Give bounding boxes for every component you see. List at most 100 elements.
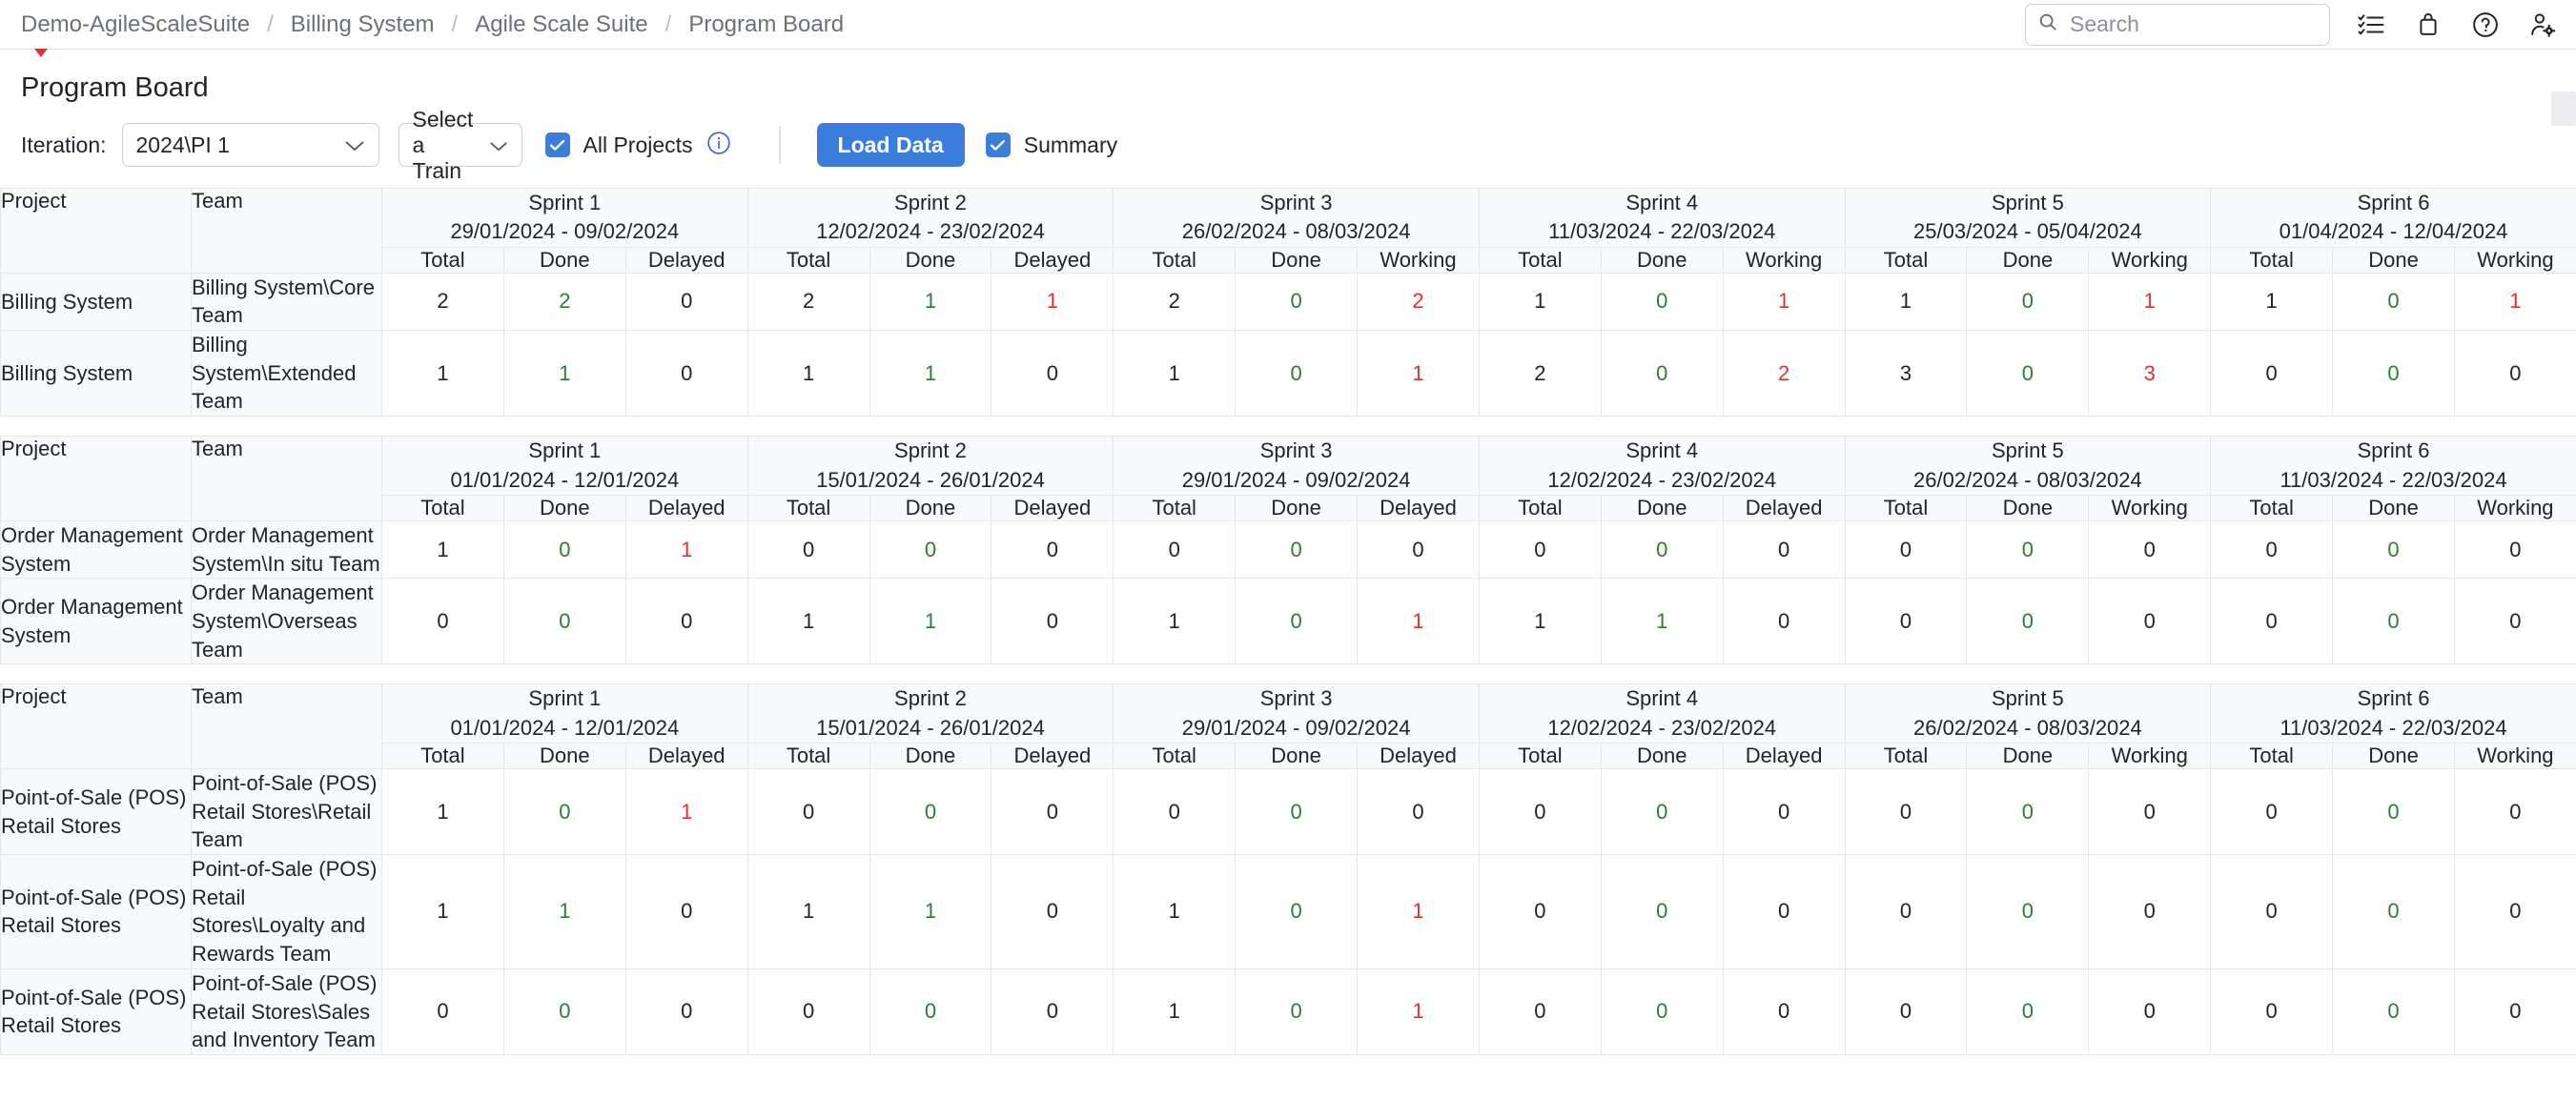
breadcrumb-item-2[interactable]: Billing System xyxy=(291,11,435,38)
breadcrumb-caret-icon xyxy=(34,48,51,65)
board-table-billing-system: ProjectTeamSprint 129/01/2024 - 09/02/20… xyxy=(0,188,2576,417)
sprint-dates: 01/01/2024 - 12/01/2024 xyxy=(382,714,747,743)
sprint-header-3: Sprint 326/02/2024 - 08/03/2024 xyxy=(1114,189,1480,248)
checklist-icon[interactable] xyxy=(2355,9,2387,41)
column-header-project: Project xyxy=(1,684,192,769)
search-icon xyxy=(2037,11,2058,37)
cell-s1-total: 0 xyxy=(382,579,504,664)
cell-team: Point-of-Sale (POS) Retail Stores\Retail… xyxy=(192,769,382,855)
sprint-name: Sprint 5 xyxy=(1846,189,2211,217)
cell-s4-total: 0 xyxy=(1479,855,1601,969)
cell-s3-delayed: 1 xyxy=(1358,855,1480,969)
cell-team: Billing System\Extended Team xyxy=(192,331,382,417)
breadcrumb-item-1[interactable]: Demo-AgileScaleSuite xyxy=(21,11,250,38)
cell-s2-total: 0 xyxy=(747,769,869,855)
metric-header-s2-total: Total xyxy=(747,247,869,273)
cell-s3-done: 0 xyxy=(1236,273,1358,330)
search-input[interactable]: Search xyxy=(2025,4,2330,46)
info-icon[interactable] xyxy=(706,131,731,160)
metric-header-s4-done: Done xyxy=(1601,247,1723,273)
sprint-dates: 15/01/2024 - 26/01/2024 xyxy=(748,466,1114,495)
cell-s1-done: 1 xyxy=(503,331,625,417)
metric-header-s4-done: Done xyxy=(1601,744,1723,769)
cell-s4-done: 0 xyxy=(1601,855,1723,969)
metric-header-s5-working: Working xyxy=(2089,495,2211,520)
all-projects-label: All Projects xyxy=(583,132,693,158)
cell-s6-total: 0 xyxy=(2211,968,2333,1054)
cell-project: Order Management System xyxy=(1,520,192,578)
cell-team: Point-of-Sale (POS) Retail Stores\Sales … xyxy=(192,968,382,1054)
cell-s4-total: 2 xyxy=(1479,331,1601,417)
sprint-dates: 25/03/2024 - 05/04/2024 xyxy=(1846,217,2211,246)
cell-s6-done: 0 xyxy=(2333,331,2455,417)
cell-s6-total: 0 xyxy=(2211,855,2333,969)
metric-header-s2-done: Done xyxy=(869,744,992,769)
sprint-name: Sprint 5 xyxy=(1846,684,2211,713)
cell-s4-total: 1 xyxy=(1479,273,1601,330)
metric-header-s1-total: Total xyxy=(382,744,504,769)
all-projects-checkbox[interactable] xyxy=(545,132,570,157)
cell-s1-total: 2 xyxy=(382,273,504,330)
cell-s3-done: 0 xyxy=(1236,968,1358,1054)
table-row: Billing SystemBilling System\Core Team22… xyxy=(1,273,2576,330)
cell-s6-working: 0 xyxy=(2454,579,2576,664)
cell-project: Order Management System xyxy=(1,579,192,664)
cell-s1-delayed: 0 xyxy=(625,968,747,1054)
cell-s5-done: 0 xyxy=(1967,331,2089,417)
breadcrumb-separator: / xyxy=(267,11,274,38)
sprint-name: Sprint 4 xyxy=(1480,189,1845,217)
metric-header-s2-delayed: Delayed xyxy=(992,744,1114,769)
cell-s3-total: 2 xyxy=(1114,273,1236,330)
metric-header-s1-delayed: Delayed xyxy=(625,744,747,769)
cell-team: Order Management System\Overseas Team xyxy=(192,579,382,664)
metric-header-s4-done: Done xyxy=(1601,495,1723,520)
cell-s4-total: 0 xyxy=(1479,520,1601,578)
cell-s3-delayed: 0 xyxy=(1358,520,1480,578)
cell-s4-done: 0 xyxy=(1601,769,1723,855)
metric-header-s2-total: Total xyxy=(747,744,869,769)
cell-s6-working: 0 xyxy=(2454,769,2576,855)
cell-s1-done: 1 xyxy=(503,855,625,969)
iteration-select[interactable]: 2024\PI 1 xyxy=(122,123,379,167)
column-header-team: Team xyxy=(192,189,382,274)
vertical-scrollbar-thumb[interactable] xyxy=(2551,92,2576,126)
sprint-dates: 26/02/2024 - 08/03/2024 xyxy=(1846,714,2211,743)
cell-s2-delayed: 0 xyxy=(992,331,1114,417)
sprint-dates: 29/01/2024 - 09/02/2024 xyxy=(1114,466,1479,495)
briefcase-icon[interactable] xyxy=(2412,9,2444,41)
controls-toolbar: Iteration: 2024\PI 1 Select a Train All … xyxy=(0,104,2576,167)
metric-header-s2-total: Total xyxy=(747,495,869,520)
help-circle-icon[interactable] xyxy=(2469,9,2502,41)
page-title: Program Board xyxy=(0,50,2576,104)
sprint-name: Sprint 2 xyxy=(748,189,1114,217)
metric-header-s5-working: Working xyxy=(2089,744,2211,769)
metric-header-s5-working: Working xyxy=(2089,247,2211,273)
cell-s3-total: 0 xyxy=(1114,769,1236,855)
cell-s2-done: 1 xyxy=(869,855,992,969)
cell-s3-total: 1 xyxy=(1114,331,1236,417)
cell-s4-delayed: 0 xyxy=(1723,769,1845,855)
metric-header-s2-done: Done xyxy=(869,495,992,520)
toolbar-divider xyxy=(779,126,781,164)
metric-header-s4-total: Total xyxy=(1479,247,1601,273)
metric-header-s3-total: Total xyxy=(1114,247,1236,273)
breadcrumb-item-3[interactable]: Agile Scale Suite xyxy=(475,11,647,38)
metric-header-s6-done: Done xyxy=(2333,247,2455,273)
cell-s6-working: 0 xyxy=(2454,331,2576,417)
metric-header-s6-working: Working xyxy=(2454,247,2576,273)
metric-header-s6-done: Done xyxy=(2333,744,2455,769)
cell-s6-done: 0 xyxy=(2333,579,2455,664)
cell-s1-done: 0 xyxy=(503,769,625,855)
sprint-header-6: Sprint 601/04/2024 - 12/04/2024 xyxy=(2211,189,2576,248)
cell-project: Point-of-Sale (POS) Retail Stores xyxy=(1,968,192,1054)
train-select[interactable]: Select a Train xyxy=(399,123,522,167)
summary-checkbox[interactable] xyxy=(986,132,1011,157)
cell-s4-working: 2 xyxy=(1723,331,1845,417)
cell-s3-total: 1 xyxy=(1114,855,1236,969)
sprint-dates: 01/04/2024 - 12/04/2024 xyxy=(2211,217,2576,246)
metric-header-s2-delayed: Delayed xyxy=(992,247,1114,273)
load-data-button[interactable]: Load Data xyxy=(817,123,965,167)
sprint-name: Sprint 1 xyxy=(382,189,747,217)
cell-s2-done: 0 xyxy=(869,769,992,855)
user-settings-icon[interactable] xyxy=(2526,9,2559,41)
